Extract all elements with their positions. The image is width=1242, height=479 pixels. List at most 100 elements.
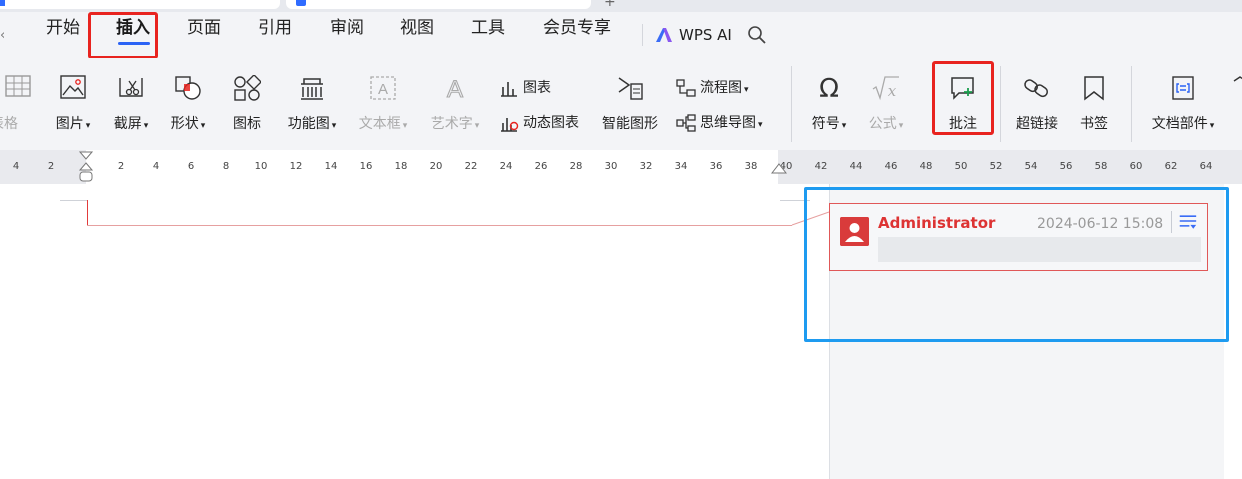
- ruler-tick-label: 26: [534, 161, 548, 172]
- tab-wps-ai[interactable]: WPS AI: [679, 26, 732, 44]
- more-icon: [1233, 76, 1242, 82]
- ruler-tick-label: 4: [12, 161, 20, 172]
- formula-button[interactable]: x 公式 ▾: [861, 58, 911, 138]
- indent-marker-icon[interactable]: [79, 150, 93, 186]
- ruler-tick-label: 6: [187, 161, 195, 172]
- flowchart-button[interactable]: 流程图 ▾: [676, 77, 749, 97]
- ruler-tick-label: 24: [499, 161, 513, 172]
- mindmap-label: 思维导图: [700, 115, 756, 131]
- new-tab-icon[interactable]: +: [604, 0, 616, 10]
- textbox-button[interactable]: A 文本框 ▾: [352, 58, 414, 138]
- formula-icon: x: [872, 76, 899, 101]
- chart-label: 图表: [523, 80, 551, 96]
- tab-review[interactable]: 审阅: [330, 13, 364, 38]
- chevron-down-icon: ▾: [474, 121, 480, 131]
- ruler-tick-label: 2: [117, 161, 125, 172]
- document-icon: [296, 0, 306, 6]
- dynamic-chart-icon: [501, 118, 519, 132]
- wps-ai-logo-icon: [656, 28, 672, 42]
- divider: [791, 66, 792, 142]
- ruler-tick-label: 22: [464, 161, 478, 172]
- document-tab[interactable]: [286, 0, 591, 9]
- function-chart-button[interactable]: 功能图 ▾: [281, 58, 343, 138]
- omega-icon: Ω: [819, 75, 839, 101]
- bookmark-button[interactable]: 书签: [1072, 58, 1116, 138]
- table-button[interactable]: 表格: [0, 58, 36, 138]
- icon-library-button[interactable]: 图标: [226, 58, 268, 138]
- divider: [1131, 66, 1132, 142]
- symbol-label: 符号: [811, 116, 840, 132]
- chevron-down-icon: ▾: [85, 121, 91, 131]
- highlight-box-comment-button: [932, 61, 994, 135]
- picture-icon: [60, 75, 86, 99]
- textbox-icon: A: [370, 76, 396, 100]
- chevron-down-icon: ▾: [841, 121, 847, 131]
- function-chart-icon: [301, 78, 323, 100]
- ruler-tick-label: 10: [254, 161, 268, 172]
- icon-library-label: 图标: [233, 116, 261, 132]
- screenshot-label: 截屏: [113, 116, 142, 132]
- text-cursor: [87, 200, 88, 226]
- ruler-tick-label: 8: [222, 161, 230, 172]
- ruler-tick-label: 42: [814, 161, 828, 172]
- screenshot-button[interactable]: 截屏 ▾: [106, 58, 156, 138]
- symbol-button[interactable]: Ω 符号 ▾: [804, 58, 854, 138]
- right-indent-marker-icon[interactable]: [771, 160, 787, 180]
- tab-references[interactable]: 引用: [258, 13, 292, 38]
- function-chart-label: 功能图: [287, 116, 330, 132]
- more-ribbon-button[interactable]: [1228, 58, 1242, 138]
- picture-label: 图片: [55, 116, 84, 132]
- mindmap-button[interactable]: 思维导图 ▾: [676, 112, 763, 132]
- ruler-tick-label: 50: [954, 161, 968, 172]
- tab-tools[interactable]: 工具: [471, 13, 505, 38]
- textbox-label: 文本框: [358, 116, 401, 132]
- ruler-tick-label: 20: [429, 161, 443, 172]
- ruler-tick-label: 62: [1164, 161, 1178, 172]
- chevron-down-icon: ▾: [331, 121, 337, 131]
- scroll-left-icon[interactable]: ‹: [0, 28, 5, 43]
- divider: [642, 24, 643, 46]
- ruler-tick-label: 14: [324, 161, 338, 172]
- wordart-button[interactable]: A 艺术字 ▾: [424, 58, 486, 138]
- chart-button[interactable]: 图表: [499, 77, 551, 97]
- ruler-tick-label: 18: [394, 161, 408, 172]
- mindmap-icon: [676, 114, 696, 132]
- shape-button[interactable]: 形状 ▾: [163, 58, 213, 138]
- hyperlink-button[interactable]: 超链接: [1010, 58, 1064, 138]
- ruler-tick-label: 16: [359, 161, 373, 172]
- dynamic-chart-button[interactable]: 动态图表: [499, 112, 579, 132]
- dynamic-chart-label: 动态图表: [523, 115, 579, 131]
- ruler-tick-label: 46: [884, 161, 898, 172]
- doc-parts-icon: [1172, 76, 1194, 100]
- ruler-tick-label: 38: [744, 161, 758, 172]
- tab-membership[interactable]: 会员专享: [543, 13, 611, 38]
- tab-view[interactable]: 视图: [400, 13, 434, 38]
- ruler-tick-label: 4: [152, 161, 160, 172]
- scissors-icon: [119, 78, 143, 97]
- doc-parts-button[interactable]: 文档部件 ▾: [1145, 58, 1221, 138]
- highlight-box-comment-pane: [804, 187, 1229, 342]
- ruler-tick-label: 34: [674, 161, 688, 172]
- chevron-down-icon: ▾: [200, 121, 206, 131]
- smart-shape-button[interactable]: 智能图形: [598, 58, 662, 138]
- ruler-tick-label: 64: [1199, 161, 1213, 172]
- flowchart-icon: [676, 79, 696, 97]
- chevron-down-icon: ▾: [1209, 121, 1215, 131]
- ruler-tick-label: 32: [639, 161, 653, 172]
- ruler-tick-label: 12: [289, 161, 303, 172]
- search-icon[interactable]: [747, 25, 767, 45]
- tab-page[interactable]: 页面: [187, 13, 221, 38]
- picture-button[interactable]: 图片 ▾: [48, 58, 98, 138]
- bookmark-label: 书签: [1080, 116, 1108, 132]
- svg-text:A: A: [447, 76, 463, 101]
- svg-text:x: x: [888, 82, 897, 100]
- ruler-tick-label: 36: [709, 161, 723, 172]
- ruler-tick-label: 30: [604, 161, 618, 172]
- icon-library-icon: [234, 75, 261, 101]
- tab-home[interactable]: 开始: [46, 13, 80, 38]
- wordart-label: 艺术字: [430, 116, 473, 132]
- doc-parts-label: 文档部件: [1151, 116, 1208, 132]
- document-tab[interactable]: [0, 0, 280, 9]
- shape-icon: [175, 76, 201, 100]
- chevron-down-icon: ▾: [143, 121, 149, 131]
